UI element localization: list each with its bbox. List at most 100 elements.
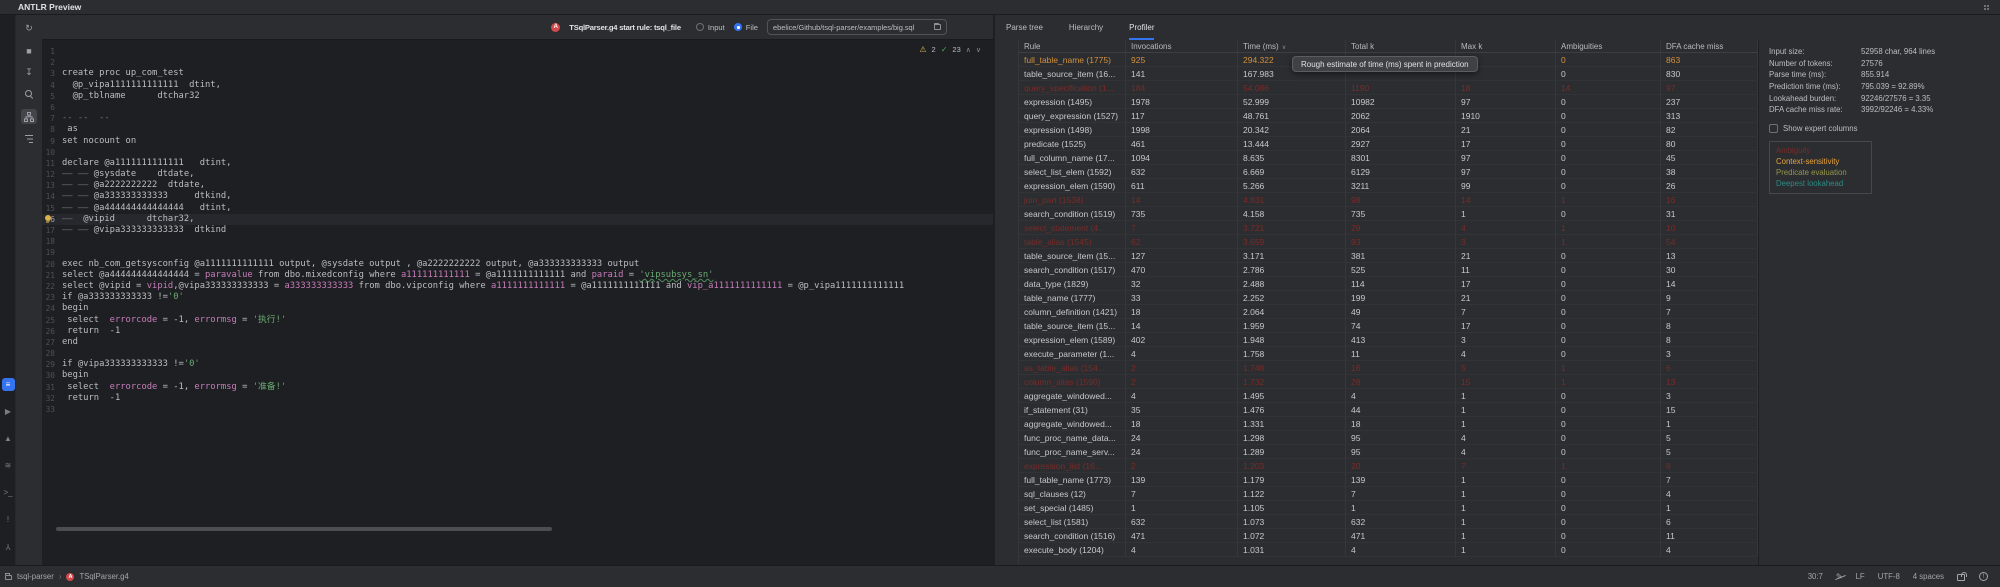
code-line[interactable]: 7-- -- -- <box>42 113 993 124</box>
column-header[interactable]: Total k <box>1346 40 1456 52</box>
code-line[interactable]: 17—— —— @vipa333333333333 dtkind <box>42 225 993 236</box>
profiler-row[interactable]: aggregate_windowed...181.33118101 <box>1019 417 1758 431</box>
code-line[interactable]: 29if @vipa333333333333 !='0' <box>42 359 993 370</box>
profiler-row[interactable]: execute_body (1204)41.0314104 <box>1019 543 1758 557</box>
code-line[interactable]: 8 as <box>42 124 993 135</box>
code-line[interactable]: 19 <box>42 247 993 258</box>
code-line[interactable]: 24begin <box>42 303 993 314</box>
intention-bulb-icon[interactable] <box>44 215 51 224</box>
checkbox-icon[interactable] <box>1769 124 1778 133</box>
code-line[interactable]: 6 <box>42 102 993 113</box>
code-line[interactable]: 13—— —— @a2222222222 dtdate, <box>42 180 993 191</box>
column-header[interactable]: DFA cache miss <box>1661 40 1758 52</box>
profiler-row[interactable]: if_statement (31)351.476441015 <box>1019 403 1758 417</box>
horizontal-scrollbar[interactable] <box>56 527 552 531</box>
browse-file-icon[interactable] <box>934 24 941 30</box>
code-line[interactable]: 32 return -1 <box>42 393 993 404</box>
profiler-row[interactable]: join_part (1538)144.8319814116 <box>1019 193 1758 207</box>
file-radio[interactable]: File <box>734 23 758 32</box>
refresh-icon[interactable]: ↻ <box>21 21 37 36</box>
profiler-row[interactable]: table_source_item (15...141.959741708 <box>1019 319 1758 333</box>
profiler-row[interactable]: full_column_name (17...10948.63583019704… <box>1019 151 1758 165</box>
column-header[interactable]: Rule <box>1019 40 1126 52</box>
next-issue-icon[interactable]: ∨ <box>976 46 981 54</box>
code-line[interactable]: 20exec nb_com_getsysconfig @a11111111111… <box>42 259 993 270</box>
profiler-view-icon[interactable] <box>21 109 37 124</box>
profiler-row[interactable]: select_list (1581)6321.073632106 <box>1019 515 1758 529</box>
code-line[interactable]: 2 <box>42 57 993 68</box>
profiler-row[interactable]: func_proc_name_data...241.29895405 <box>1019 431 1758 445</box>
file-encoding[interactable]: UTF-8 <box>1878 572 1900 581</box>
input-radio[interactable]: Input <box>696 23 725 32</box>
code-line[interactable]: 5 @p_tblname dtchar32 <box>42 91 993 102</box>
run-tool-icon[interactable]: ▶ <box>2 405 15 418</box>
antlr-preview-tool-icon[interactable]: ≡ <box>2 378 15 391</box>
profiler-row[interactable]: table_alias (1545)623.659933154 <box>1019 235 1758 249</box>
file-radio-circle[interactable] <box>734 23 742 31</box>
code-line[interactable]: 27end <box>42 337 993 348</box>
profiler-row[interactable]: sql_clauses (12)71.1227104 <box>1019 487 1758 501</box>
indent-setting[interactable]: 4 spaces <box>1913 572 1944 581</box>
profiler-row[interactable]: select_statement (4...73.721294110 <box>1019 221 1758 235</box>
column-header[interactable]: Ambiguities <box>1556 40 1661 52</box>
code-line[interactable]: 25 select errorcode = -1, errormsg = '执行… <box>42 315 993 326</box>
code-line[interactable]: 33 <box>42 404 993 415</box>
version-control-tool-icon[interactable]: Y <box>2 540 15 553</box>
profiler-row[interactable]: expression (1495)197852.99910982970237 <box>1019 95 1758 109</box>
profiler-row[interactable]: search_condition (1517)4702.78652511030 <box>1019 263 1758 277</box>
caret-position[interactable]: 30:7 <box>1808 572 1823 581</box>
tab-hierarchy[interactable]: Hierarchy <box>1069 15 1103 40</box>
export-icon[interactable]: ↧ <box>21 65 37 80</box>
code-line[interactable]: 18 <box>42 236 993 247</box>
breadcrumb-file[interactable]: TSqlParser.g4 <box>79 572 128 581</box>
inspections-widget[interactable]: ⚠ 2 ✓ 23 ∧ ∨ <box>919 45 981 54</box>
code-line[interactable]: 21select @a444444444444444 = paravalue f… <box>42 270 993 281</box>
profiler-row[interactable]: table_name (1777)332.2521992109 <box>1019 291 1758 305</box>
profiler-row[interactable]: column_alias (1590)21.7322815113 <box>1019 375 1758 389</box>
code-line[interactable]: 31 select errorcode = -1, errormsg = '准备… <box>42 382 993 393</box>
code-line[interactable]: 9set nocount on <box>42 136 993 147</box>
profiler-row[interactable]: expression (1498)199820.342206421082 <box>1019 123 1758 137</box>
line-separator[interactable]: LF <box>1856 572 1865 581</box>
prev-issue-icon[interactable]: ∧ <box>966 46 971 54</box>
problems-tool-icon[interactable]: ! <box>2 513 15 526</box>
column-header[interactable]: Invocations <box>1126 40 1238 52</box>
profiler-row[interactable]: execute_parameter (1...41.75811403 <box>1019 347 1758 361</box>
breadcrumb-project[interactable]: tsql-parser <box>17 572 54 581</box>
profiler-row[interactable]: set_special (1485)11.1051101 <box>1019 501 1758 515</box>
profiler-row[interactable]: select_list_elem (1592)6326.669612997038 <box>1019 165 1758 179</box>
profiler-row[interactable]: query_specification (1...18454.086119018… <box>1019 81 1758 95</box>
notifications-icon[interactable]: ! <box>1979 572 1988 581</box>
code-line[interactable]: 22select @vipid = vipid,@vipa33333333333… <box>42 281 993 292</box>
code-line[interactable]: 12—— —— @sysdate dtdate, <box>42 169 993 180</box>
readonly-pen-icon[interactable]: ✎ <box>1836 572 1843 581</box>
profiler-row[interactable]: aggregate_windowed...41.4954103 <box>1019 389 1758 403</box>
profiler-row[interactable]: query_expression (1527)11748.76120621910… <box>1019 109 1758 123</box>
tab-profiler[interactable]: Profiler <box>1129 15 1154 40</box>
code-line[interactable]: 16—— @vipid dtchar32, <box>42 214 993 225</box>
profiler-row[interactable]: predicate (1525)46113.444292717080 <box>1019 137 1758 151</box>
search-icon[interactable] <box>21 87 37 102</box>
profiler-row[interactable]: expression_list (16...21.20320718 <box>1019 459 1758 473</box>
code-line[interactable]: 15—— —— @a444444444444444 dtint, <box>42 203 993 214</box>
file-path-value[interactable]: ebelice/Github/tsql-parser/examples/big.… <box>773 23 930 32</box>
profiler-row[interactable]: table_source_item (15...1273.17138121013 <box>1019 249 1758 263</box>
profiler-row[interactable]: as_table_alias (154...21.74816516 <box>1019 361 1758 375</box>
file-path-field[interactable]: ebelice/Github/tsql-parser/examples/big.… <box>767 19 947 35</box>
code-line[interactable]: 23if @a333333333333 !='0' <box>42 292 993 303</box>
code-line[interactable]: 10 <box>42 147 993 158</box>
profiler-row[interactable]: search_condition (1516)4711.0724711011 <box>1019 529 1758 543</box>
show-expert-columns-checkbox[interactable]: Show expert columns <box>1769 123 2000 134</box>
profiler-row[interactable]: full_table_name (1773)1391.179139107 <box>1019 473 1758 487</box>
build-tool-icon[interactable]: ▲ <box>2 432 15 445</box>
code-line[interactable]: 1 <box>42 46 993 57</box>
code-line[interactable]: 11declare @a1111111111111 dtint, <box>42 158 993 169</box>
column-header[interactable]: Time (ms)∨ <box>1238 40 1346 52</box>
stop-icon[interactable]: ■ <box>21 43 37 58</box>
profiler-row[interactable]: column_definition (1421)182.06449707 <box>1019 305 1758 319</box>
code-line[interactable]: 14—— —— @a333333333333 dtkind, <box>42 191 993 202</box>
profiler-row[interactable]: func_proc_name_serv...241.28995405 <box>1019 445 1758 459</box>
code-line[interactable]: 26 return -1 <box>42 326 993 337</box>
column-header[interactable]: Max k <box>1456 40 1556 52</box>
profiler-row[interactable]: expression_elem (1589)4021.948413308 <box>1019 333 1758 347</box>
